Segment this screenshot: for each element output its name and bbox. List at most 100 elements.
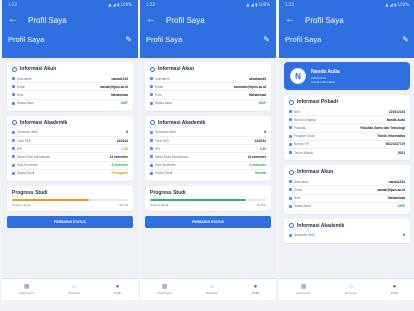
app-header: 1:22 ▲ ◢ ▮ 100% ← Profil Saya Profil Say… (2, 0, 138, 58)
row-sisa-semester: Sisa Semester 4 semester (12, 162, 128, 170)
person-icon: ● (115, 284, 120, 290)
akademik-card-title: Informasi Akademik (12, 120, 128, 126)
graduation-cap-icon (289, 223, 294, 229)
row-status-akun: Status Akun AKIF (150, 100, 266, 107)
row-status-studi: Status Studi Peringatan (12, 170, 128, 177)
progress-value: 66.7% (119, 203, 128, 208)
row-hp: Nomor HP 08123447729 (289, 141, 405, 149)
content-scroll[interactable]: Informasi Akun Username nanda1234 Email na… (2, 58, 138, 278)
status-bar: 1:22 ▲ ◢ ▮ 100% (146, 2, 270, 7)
app-title: Profil Saya (305, 15, 344, 25)
app-header: 1:22 ▲ ◢ ▮ 100% ← Profil Saya Profil Saya… (279, 0, 414, 58)
row-ipk: IPK 3.80 (150, 145, 266, 154)
edit-pencil-icon[interactable]: ✎ (402, 35, 409, 44)
user-icon (150, 77, 153, 81)
akun-card: Informasi Akun Username nanda1234 Email na… (284, 165, 410, 214)
row-username: Username nanda1234 (12, 75, 128, 84)
grid-icon: ▦ (161, 284, 168, 290)
section-header: Profil Saya ✎ (2, 30, 138, 48)
home-icon: ⌂ (72, 284, 76, 290)
graduation-cap-icon (150, 120, 155, 126)
row-semester: Semester Aktif 6 (289, 232, 405, 239)
row-prodi: Program Studi Teknik Informatika (289, 133, 405, 141)
row-email: Email nanda@itjuls.ac.id (12, 83, 128, 92)
akun-card: Informasi Akun Username abraham45 Email ab… (145, 62, 271, 111)
akademik-card: Informasi Akademik Semester Aktif 6 Total… (145, 115, 271, 181)
nav-row: ← Profil Saya (2, 10, 138, 30)
perbarui-status-button[interactable]: PERBARUI STATUS (7, 216, 133, 229)
status-bar: 1:22 ▲ ◢ ▮ 100% (2, 0, 138, 10)
app-header: 1:22 ▲ ◢ ▮ 100% ← Profil Saya Profil Saya… (140, 0, 276, 58)
row-semester: Semester Aktif 6 (150, 129, 266, 137)
grid-icon: ▦ (23, 284, 30, 290)
perbarui-status-button[interactable]: PERBARUI STATUS (145, 216, 271, 229)
progress-bar-fill (12, 198, 90, 202)
profile-name: Nanda Aulia (311, 68, 340, 75)
row-role: Role Mahasiswa (12, 91, 128, 100)
status-bar: 1:22 ▲ ◢ ▮ 100% (285, 2, 409, 7)
progress-title: Progress Studi (150, 189, 186, 196)
nav-row: ← Profil Saya (279, 10, 414, 30)
calendar-icon (289, 151, 292, 155)
akademik-card: Informasi Akademik Semester Aktif 6 Total… (7, 115, 133, 181)
nav-beranda[interactable]: ⌂ Beranda (345, 284, 356, 295)
nav-dashboard[interactable]: ▦ Dashboard (296, 284, 311, 295)
check-icon (289, 204, 292, 208)
home-icon: ⌂ (210, 284, 214, 290)
row-nim: NIM 220312154 (289, 108, 405, 117)
progress-bar-fill (150, 198, 246, 202)
progress-label: Progres Studi (12, 203, 31, 208)
row-email: Email nanda@itjuls.ac.id (289, 186, 405, 195)
nav-dashboard[interactable]: ▦ Dashboard (157, 284, 172, 295)
avatar: N (290, 68, 306, 84)
user-icon (289, 180, 292, 184)
screenshot-stage: 1:22 ▲ ◢ ▮ 100% ← Profil Saya Profil Say… (0, 0, 414, 311)
flag-icon (150, 171, 153, 175)
row-email: Email abraham@itjuls.ac.id (150, 83, 266, 92)
status-icons: ▲ ◢ ▮ 100% (108, 2, 132, 7)
progress-card: Progress Studi Progres Studi 82.5% (145, 185, 271, 212)
person-icon: ● (253, 284, 258, 290)
nav-beranda[interactable]: ⌂ Beranda (206, 284, 217, 295)
phone-icon (289, 142, 292, 146)
row-tahun: Tahun Masuk 2021 (289, 149, 405, 156)
edit-pencil-icon[interactable]: ✎ (263, 35, 270, 44)
row-username: Username nanda1234 (289, 178, 405, 187)
row-sks: Total SKS 144/144 (150, 137, 266, 146)
row-nama: Nama Lengkap Nanda Aulia (289, 116, 405, 125)
back-arrow-icon[interactable]: ← (8, 15, 18, 25)
akun-card-title: Informasi Akun (12, 66, 128, 72)
calendar-icon (12, 130, 15, 134)
back-arrow-icon[interactable]: ← (285, 15, 295, 25)
user-icon (289, 118, 292, 122)
info-icon (12, 66, 17, 72)
edit-pencil-icon[interactable]: ✎ (125, 35, 132, 44)
nav-profil[interactable]: ● Profil (391, 284, 398, 295)
progress-card: Progress Studi Progres Studi 66.7% (7, 185, 133, 212)
back-arrow-icon[interactable]: ← (146, 15, 156, 25)
star-icon (12, 147, 15, 151)
book-icon (289, 134, 292, 138)
row-ipk: IPK 2.50 (12, 145, 128, 154)
progress-bar (150, 198, 266, 202)
content-scroll[interactable]: N Nanda Aulia 220312154 Teknik Informati… (279, 58, 414, 278)
progress-value: 82.5% (257, 203, 266, 208)
star-icon (150, 147, 153, 151)
home-icon: ⌂ (349, 284, 353, 290)
content-scroll[interactable]: Informasi Akun Username abraham45 Email ab… (140, 58, 276, 278)
nav-profil[interactable]: ● Profil (252, 284, 259, 295)
nav-dashboard[interactable]: ▦ Dashboard (19, 284, 34, 295)
section-title: Profil Saya (146, 34, 183, 44)
nav-profil[interactable]: ● Profil (114, 284, 121, 295)
user-icon (12, 77, 15, 81)
progress-title: Progress Studi (12, 189, 48, 196)
phone-screen-2: 1:22 ▲ ◢ ▮ 100% ← Profil Saya Profil Saya… (140, 0, 276, 300)
phone-screen-1: 1:22 ▲ ◢ ▮ 100% ← Profil Saya Profil Say… (2, 0, 138, 300)
section-header: Profil Saya ✎ (279, 30, 414, 48)
row-sisa-semester: Sisa Semester 4 semester (150, 162, 266, 170)
row-masa-studi: Masa Studi Mahasiswa 14 semester (150, 153, 266, 162)
clock-icon (12, 155, 15, 159)
progress-bar (12, 198, 128, 202)
nav-beranda[interactable]: ⌂ Beranda (68, 284, 79, 295)
status-time: 1:22 (8, 2, 17, 7)
